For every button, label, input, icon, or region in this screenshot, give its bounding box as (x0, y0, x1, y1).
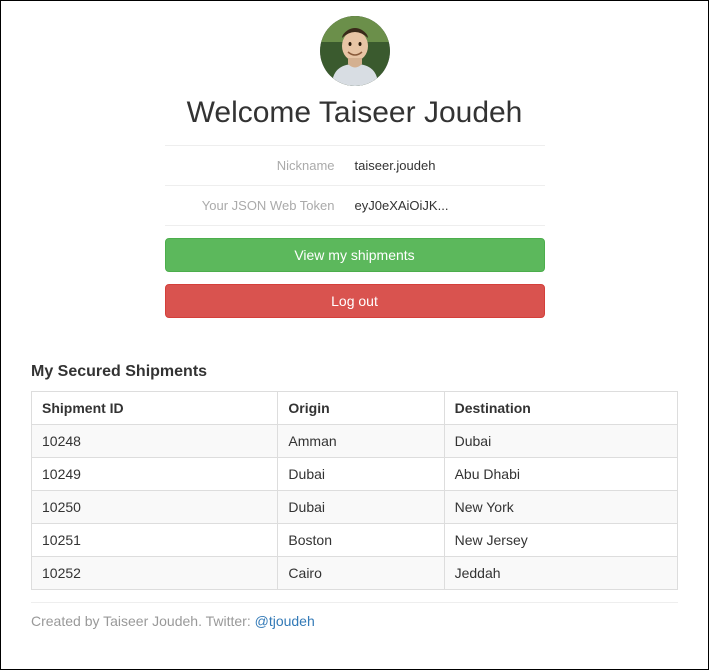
profile-info: Nickname taiseer.joudeh Your JSON Web To… (165, 145, 545, 226)
logout-button[interactable]: Log out (165, 284, 545, 318)
cell-destination: Dubai (444, 425, 677, 458)
col-destination: Destination (444, 392, 677, 425)
cell-id: 10248 (32, 425, 278, 458)
cell-origin: Dubai (278, 458, 444, 491)
view-shipments-button[interactable]: View my shipments (165, 238, 545, 272)
footer: Created by Taiseer Joudeh. Twitter: @tjo… (31, 602, 678, 629)
cell-destination: New York (444, 491, 677, 524)
table-row: 10248AmmanDubai (32, 425, 678, 458)
token-label: Your JSON Web Token (165, 198, 355, 213)
cell-id: 10251 (32, 524, 278, 557)
footer-text: Created by Taiseer Joudeh. Twitter: (31, 613, 255, 629)
cell-origin: Amman (278, 425, 444, 458)
nickname-value: taiseer.joudeh (355, 158, 545, 173)
col-origin: Origin (278, 392, 444, 425)
shipments-section: My Secured Shipments Shipment ID Origin … (31, 363, 678, 590)
cell-destination: Jeddah (444, 557, 677, 590)
cell-destination: New Jersey (444, 524, 677, 557)
cell-origin: Cairo (278, 557, 444, 590)
cell-destination: Abu Dhabi (444, 458, 677, 491)
cell-id: 10249 (32, 458, 278, 491)
cell-origin: Boston (278, 524, 444, 557)
table-row: 10250DubaiNew York (32, 491, 678, 524)
shipments-title: My Secured Shipments (31, 363, 678, 381)
nickname-label: Nickname (165, 158, 355, 173)
cell-origin: Dubai (278, 491, 444, 524)
token-row: Your JSON Web Token eyJ0eXAiOiJK... (165, 185, 545, 225)
cell-id: 10250 (32, 491, 278, 524)
cell-id: 10252 (32, 557, 278, 590)
welcome-heading: Welcome Taiseer Joudeh (165, 96, 545, 130)
token-value: eyJ0eXAiOiJK... (355, 198, 545, 213)
shipments-table: Shipment ID Origin Destination 10248Amma… (31, 391, 678, 590)
table-row: 10252CairoJeddah (32, 557, 678, 590)
avatar (320, 16, 390, 86)
table-header-row: Shipment ID Origin Destination (32, 392, 678, 425)
table-row: 10249DubaiAbu Dhabi (32, 458, 678, 491)
nickname-row: Nickname taiseer.joudeh (165, 146, 545, 185)
profile-panel: Welcome Taiseer Joudeh Nickname taiseer.… (165, 16, 545, 318)
col-shipment-id: Shipment ID (32, 392, 278, 425)
footer-twitter-link[interactable]: @tjoudeh (255, 613, 315, 629)
table-row: 10251BostonNew Jersey (32, 524, 678, 557)
